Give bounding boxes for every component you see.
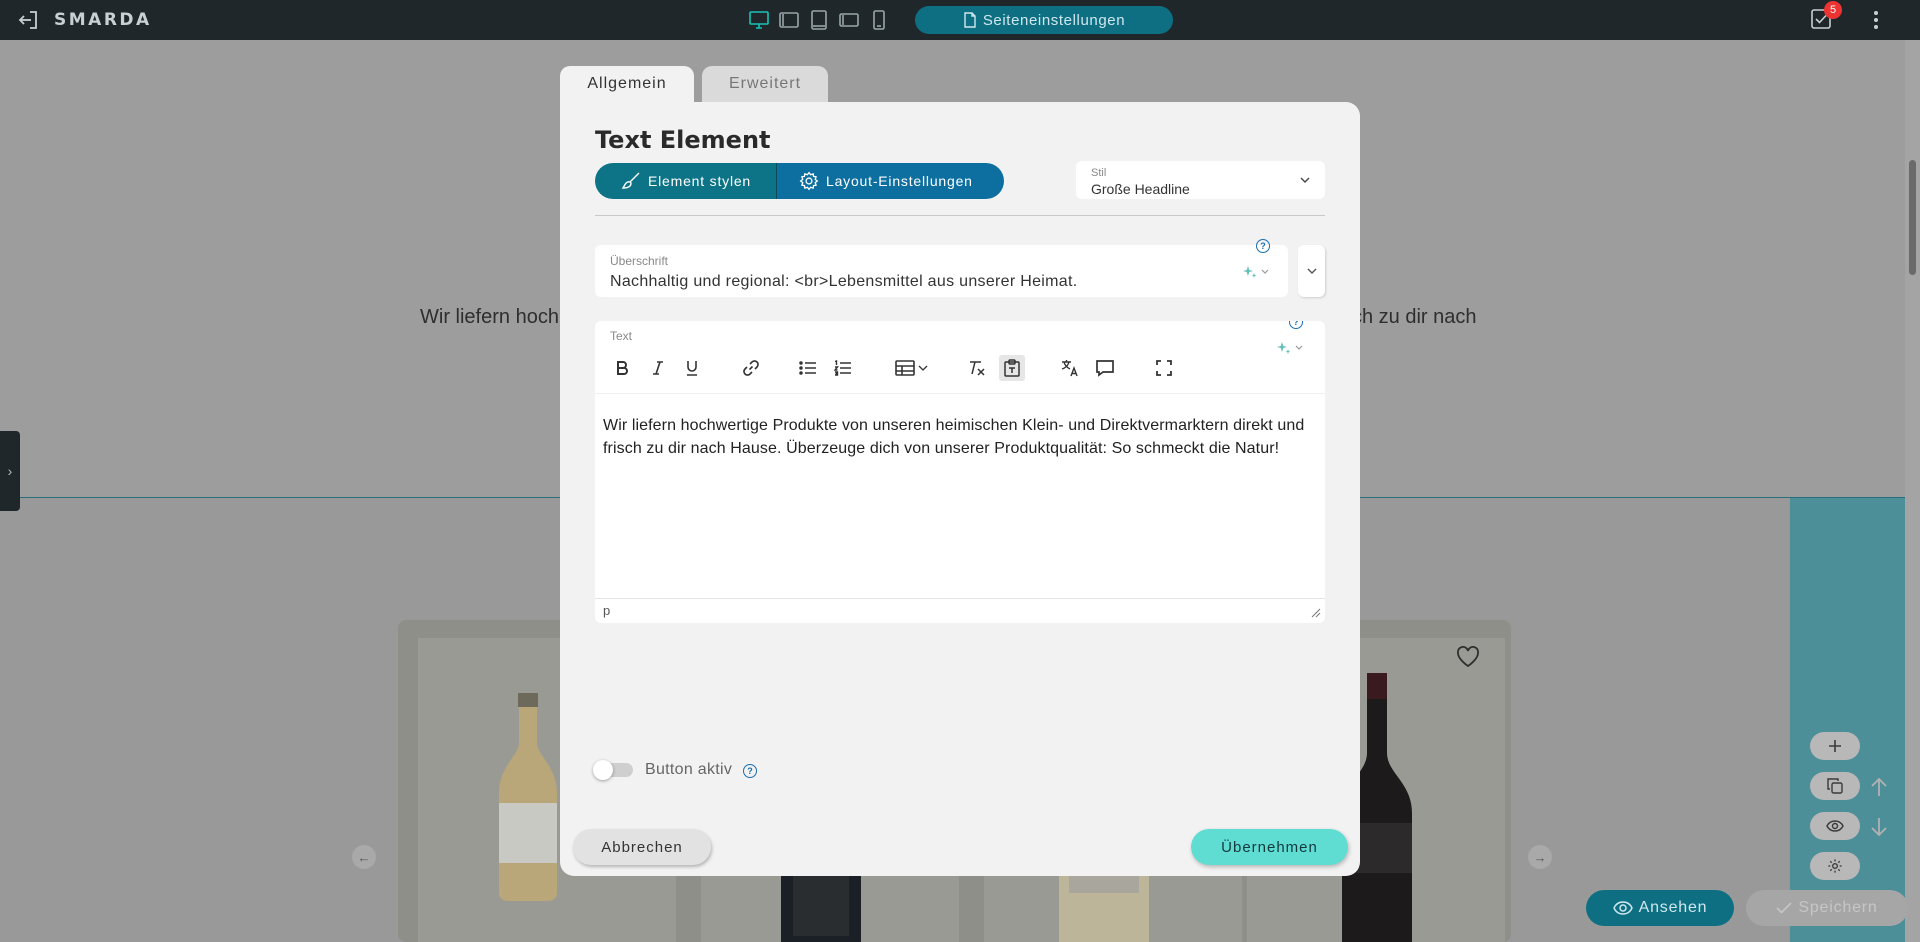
ai-assist-icon[interactable] (1242, 265, 1270, 279)
heading-help-icon[interactable]: ? (1256, 239, 1270, 253)
table-icon[interactable] (891, 355, 931, 381)
link-icon[interactable] (738, 355, 764, 381)
resize-handle-icon[interactable] (1311, 608, 1321, 618)
carousel-next-arrow-icon[interactable]: → (1528, 845, 1552, 869)
button-active-help-icon[interactable]: ? (743, 764, 757, 778)
copy-icon (1827, 778, 1843, 794)
heading-input-label: Überschrift (610, 254, 669, 268)
move-up-arrow-icon[interactable] (1868, 776, 1890, 798)
layout-settings-button[interactable]: Layout-Einstellungen (776, 163, 1004, 199)
settings-segment-control: Element stylen Layout-Einstellungen (595, 163, 1004, 199)
view-button-label: Ansehen (1638, 899, 1708, 916)
brush-icon (621, 172, 640, 189)
save-button[interactable]: Speichern (1746, 890, 1908, 926)
italic-icon[interactable] (645, 355, 671, 381)
gear-icon (799, 171, 819, 191)
tablet-portrait-icon[interactable] (808, 9, 830, 31)
cancel-button[interactable]: Abbrechen (573, 829, 711, 865)
page-settings-button[interactable]: Seiteneinstellungen (915, 6, 1173, 34)
scrollbar-thumb[interactable] (1909, 160, 1916, 275)
phone-portrait-icon[interactable] (868, 9, 890, 31)
tasks-badge: 5 (1824, 1, 1842, 19)
device-switcher (748, 9, 890, 31)
text-editor-content[interactable]: Wir liefern hochwertige Produkte von uns… (603, 415, 1321, 460)
tab-allgemein[interactable]: Allgemein (560, 66, 694, 102)
add-element-button[interactable] (1810, 732, 1860, 760)
document-icon (963, 12, 977, 28)
text-element-dialog: Text Element Element stylen Layout-Einst… (560, 102, 1360, 876)
background-hero-text-left: Wir liefern hoch (420, 306, 559, 328)
toolbar-divider (595, 393, 1325, 394)
exit-icon[interactable] (16, 8, 40, 32)
desktop-icon[interactable] (748, 9, 770, 31)
heading-input-value: Nachhaltig und regional: <br>Lebensmitte… (610, 273, 1078, 290)
text-editor[interactable]: Text ? Wir liefern hochwertige Produkte … (595, 321, 1325, 623)
carousel-prev-arrow-icon[interactable]: ← (352, 845, 376, 869)
eye-icon (1826, 820, 1844, 832)
underline-icon[interactable] (679, 355, 705, 381)
paste-as-text-icon[interactable] (999, 355, 1025, 381)
clear-formatting-icon[interactable] (964, 355, 990, 381)
text-help-icon[interactable]: ? (1289, 321, 1303, 329)
chevron-down-icon (1299, 174, 1311, 186)
element-path[interactable]: p (603, 603, 610, 618)
editor-status-bar: p (595, 598, 1325, 623)
side-panel-toggle[interactable]: › (0, 431, 20, 511)
check-icon (1776, 902, 1792, 914)
plus-icon (1829, 740, 1841, 752)
save-button-label: Speichern (1798, 899, 1878, 916)
duplicate-section-button[interactable] (1810, 772, 1860, 800)
juice-bottle-image (499, 693, 557, 901)
element-style-label: Element stylen (648, 173, 752, 189)
style-select[interactable]: Stil Große Headline (1076, 161, 1325, 199)
element-style-button[interactable]: Element stylen (595, 163, 776, 199)
heading-input[interactable]: Überschrift Nachhaltig und regional: <br… (595, 239, 1288, 297)
button-active-label: Button aktiv (645, 761, 733, 778)
header-divider (595, 215, 1325, 216)
section-settings-button[interactable] (1810, 852, 1860, 880)
tablet-landscape-icon[interactable] (778, 9, 800, 31)
style-select-value: Große Headline (1091, 181, 1190, 197)
ai-assist-icon[interactable] (1276, 341, 1304, 355)
tab-erweitert[interactable]: Erweitert (702, 66, 828, 102)
more-menu-icon[interactable] (1866, 9, 1886, 31)
numbered-list-icon[interactable] (830, 355, 856, 381)
phone-landscape-icon[interactable] (838, 9, 860, 31)
favorite-heart-icon[interactable] (1456, 646, 1480, 668)
page-settings-label: Seiteneinstellungen (982, 11, 1126, 29)
fullscreen-icon[interactable] (1151, 355, 1177, 381)
translate-icon[interactable] (1057, 355, 1083, 381)
top-bar: SMARDA Seiteneinstellungen 5 (0, 0, 1920, 40)
app-logo: SMARDA (54, 10, 152, 30)
apply-button[interactable]: Übernehmen (1191, 829, 1348, 865)
expand-field-button[interactable] (1298, 245, 1325, 297)
button-active-toggle[interactable] (593, 760, 633, 780)
text-editor-label: Text (610, 329, 633, 343)
toggle-visibility-button[interactable] (1810, 812, 1860, 840)
comment-icon[interactable] (1092, 355, 1118, 381)
background-hero-text-right: ch zu dir nach (1352, 306, 1477, 328)
dialog-title: Text Element (595, 126, 771, 154)
layout-settings-label: Layout-Einstellungen (826, 173, 973, 189)
toggle-knob (593, 760, 613, 780)
eye-icon (1612, 901, 1633, 915)
view-button[interactable]: Ansehen (1586, 890, 1734, 926)
chevron-right-icon: › (7, 463, 13, 479)
chevron-down-icon (1307, 268, 1316, 274)
bullet-list-icon[interactable] (795, 355, 821, 381)
gear-icon (1828, 859, 1842, 873)
tasks-icon[interactable]: 5 (1810, 1, 1842, 30)
bold-icon[interactable] (609, 355, 635, 381)
move-down-arrow-icon[interactable] (1868, 816, 1890, 838)
style-select-label: Stil (1091, 167, 1107, 179)
